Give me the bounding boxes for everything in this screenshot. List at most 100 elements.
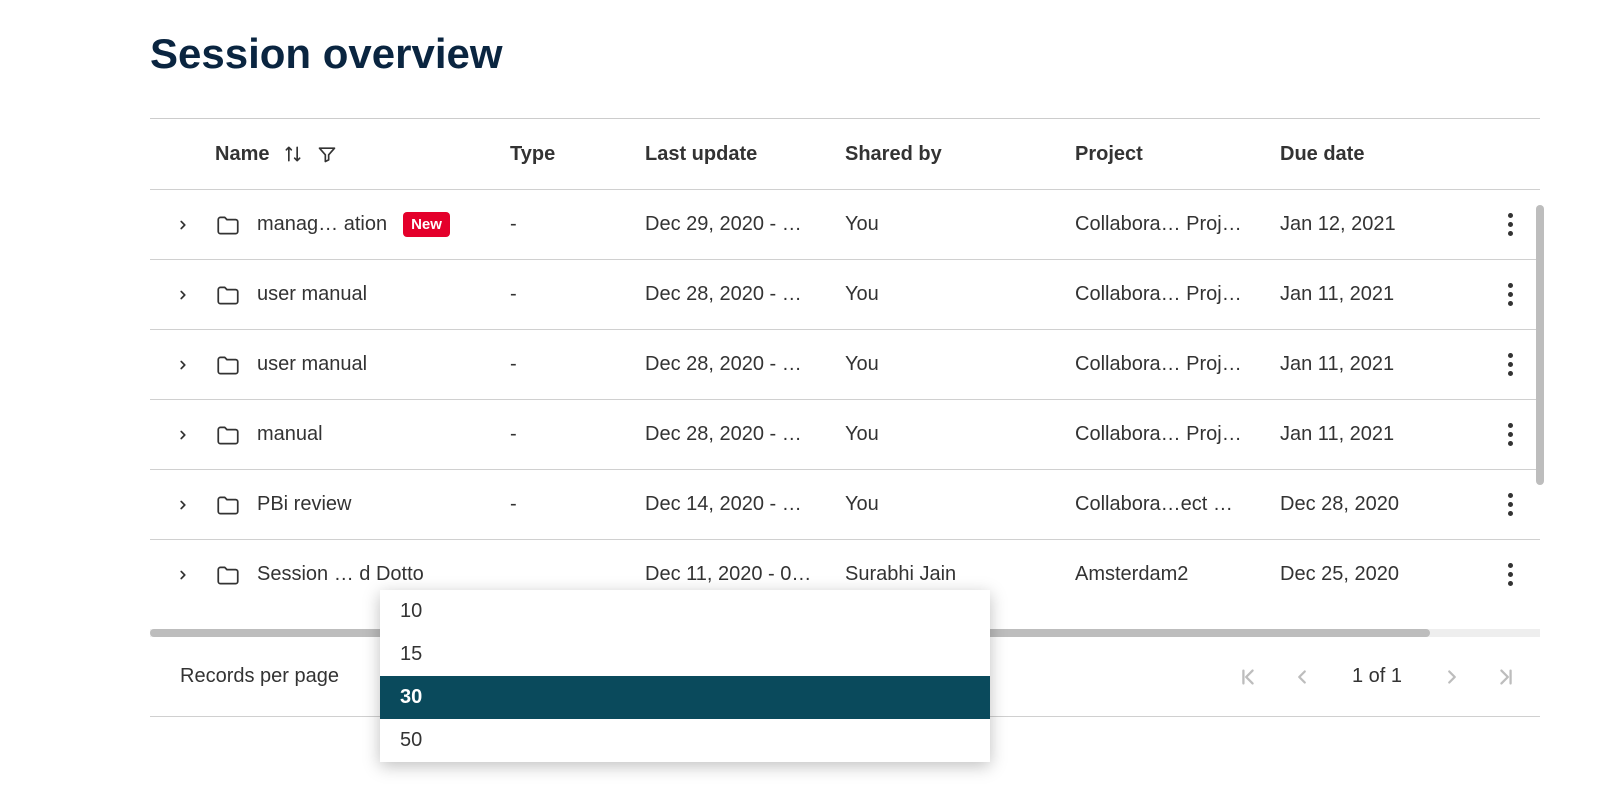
chevron-right-icon — [176, 568, 190, 582]
chevron-right-icon — [176, 498, 190, 512]
cell-shared-by: You — [845, 283, 1075, 306]
expand-row-button[interactable] — [150, 568, 215, 582]
filter-icon[interactable] — [317, 144, 337, 164]
cell-last-update: Dec 14, 2020 - … — [645, 493, 845, 516]
records-per-page-option[interactable]: 15 — [380, 633, 990, 676]
row-actions-button[interactable] — [1480, 283, 1540, 306]
column-type[interactable]: Type — [510, 143, 645, 166]
table-row: PBi review -Dec 14, 2020 - …YouCollabora…… — [150, 469, 1540, 539]
expand-row-button[interactable] — [150, 428, 215, 442]
page-info: 1 of 1 — [1352, 665, 1402, 688]
page-title: Session overview — [150, 30, 1604, 78]
cell-shared-by: You — [845, 353, 1075, 376]
column-name-label: Name — [215, 143, 269, 166]
chevron-right-icon — [176, 288, 190, 302]
cell-due-date: Jan 11, 2021 — [1280, 283, 1480, 306]
table-row: user manual -Dec 28, 2020 - …YouCollabora… — [150, 259, 1540, 329]
cell-project: Collabora… Proj… — [1075, 213, 1280, 236]
cell-shared-by: You — [845, 213, 1075, 236]
table-row: user manual -Dec 28, 2020 - …YouCollabora… — [150, 329, 1540, 399]
column-name[interactable]: Name — [215, 143, 510, 166]
kebab-icon — [1508, 353, 1513, 376]
kebab-icon — [1508, 213, 1513, 236]
row-name: user manual — [257, 353, 367, 376]
kebab-icon — [1508, 563, 1513, 586]
cell-last-update: Dec 11, 2020 - 0… — [645, 563, 845, 586]
cell-project: Collabora… Proj… — [1075, 353, 1280, 376]
table-row: manual -Dec 28, 2020 - …YouCollabora… Pro… — [150, 399, 1540, 469]
cell-shared-by: You — [845, 493, 1075, 516]
row-actions-button[interactable] — [1480, 213, 1540, 236]
cell-last-update: Dec 28, 2020 - … — [645, 353, 845, 376]
cell-type: - — [510, 493, 645, 516]
row-name: manual — [257, 423, 323, 446]
cell-type: - — [510, 283, 645, 306]
cell-last-update: Dec 29, 2020 - … — [645, 213, 845, 236]
cell-project: Collabora… Proj… — [1075, 283, 1280, 306]
records-per-page-dropdown: 10153050 — [380, 590, 990, 762]
name-cell[interactable]: Session … d Dotto — [215, 563, 510, 586]
kebab-icon — [1508, 423, 1513, 446]
name-cell[interactable]: manual — [215, 423, 510, 446]
chevron-right-icon — [176, 218, 190, 232]
expand-row-button[interactable] — [150, 288, 215, 302]
cell-due-date: Dec 25, 2020 — [1280, 563, 1480, 586]
cell-last-update: Dec 28, 2020 - … — [645, 283, 845, 306]
folder-icon — [215, 424, 241, 446]
row-actions-button[interactable] — [1480, 353, 1540, 376]
page-last-button[interactable] — [1492, 663, 1520, 691]
chevron-right-icon — [176, 358, 190, 372]
new-badge: New — [403, 212, 450, 237]
column-due-date[interactable]: Due date — [1280, 143, 1480, 166]
cell-type: - — [510, 423, 645, 446]
row-name: Session … d Dotto — [257, 563, 424, 586]
records-per-page-option[interactable]: 10 — [380, 590, 990, 633]
cell-project: Collabora…ect … — [1075, 493, 1280, 516]
cell-project: Amsterdam2 — [1075, 563, 1280, 586]
cell-shared-by: You — [845, 423, 1075, 446]
row-actions-button[interactable] — [1480, 563, 1540, 586]
column-last-update[interactable]: Last update — [645, 143, 845, 166]
sort-icon[interactable] — [283, 144, 303, 164]
row-name: PBi review — [257, 493, 351, 516]
column-shared-by[interactable]: Shared by — [845, 143, 1075, 166]
name-cell[interactable]: user manual — [215, 283, 510, 306]
kebab-icon — [1508, 493, 1513, 516]
folder-icon — [215, 354, 241, 376]
cell-last-update: Dec 28, 2020 - … — [645, 423, 845, 446]
expand-row-button[interactable] — [150, 498, 215, 512]
row-name: user manual — [257, 283, 367, 306]
kebab-icon — [1508, 283, 1513, 306]
column-project[interactable]: Project — [1075, 143, 1280, 166]
folder-icon — [215, 214, 241, 236]
name-cell[interactable]: PBi review — [215, 493, 510, 516]
row-name: manag… ation — [257, 213, 387, 236]
cell-due-date: Dec 28, 2020 — [1280, 493, 1480, 516]
cell-shared-by: Surabhi Jain — [845, 563, 1075, 586]
chevron-right-icon — [176, 428, 190, 442]
table-header-row: Name Type Last update Shared by Project … — [150, 119, 1540, 189]
cell-type: - — [510, 213, 645, 236]
row-actions-button[interactable] — [1480, 423, 1540, 446]
cell-due-date: Jan 11, 2021 — [1280, 423, 1480, 446]
cell-due-date: Jan 11, 2021 — [1280, 353, 1480, 376]
vertical-scrollbar[interactable] — [1536, 205, 1544, 485]
table-row: manag… ation New -Dec 29, 2020 - …YouColla… — [150, 189, 1540, 259]
records-per-page-option[interactable]: 50 — [380, 719, 990, 762]
expand-row-button[interactable] — [150, 218, 215, 232]
expand-row-button[interactable] — [150, 358, 215, 372]
cell-type: - — [510, 353, 645, 376]
name-cell[interactable]: user manual — [215, 353, 510, 376]
page-prev-button[interactable] — [1288, 663, 1316, 691]
records-per-page-label: Records per page — [180, 665, 339, 688]
folder-icon — [215, 284, 241, 306]
records-per-page-option[interactable]: 30 — [380, 676, 990, 719]
cell-project: Collabora… Proj… — [1075, 423, 1280, 446]
folder-icon — [215, 494, 241, 516]
folder-icon — [215, 564, 241, 586]
cell-due-date: Jan 12, 2021 — [1280, 213, 1480, 236]
name-cell[interactable]: manag… ation New — [215, 212, 510, 237]
row-actions-button[interactable] — [1480, 493, 1540, 516]
page-next-button[interactable] — [1438, 663, 1466, 691]
page-first-button[interactable] — [1234, 663, 1262, 691]
